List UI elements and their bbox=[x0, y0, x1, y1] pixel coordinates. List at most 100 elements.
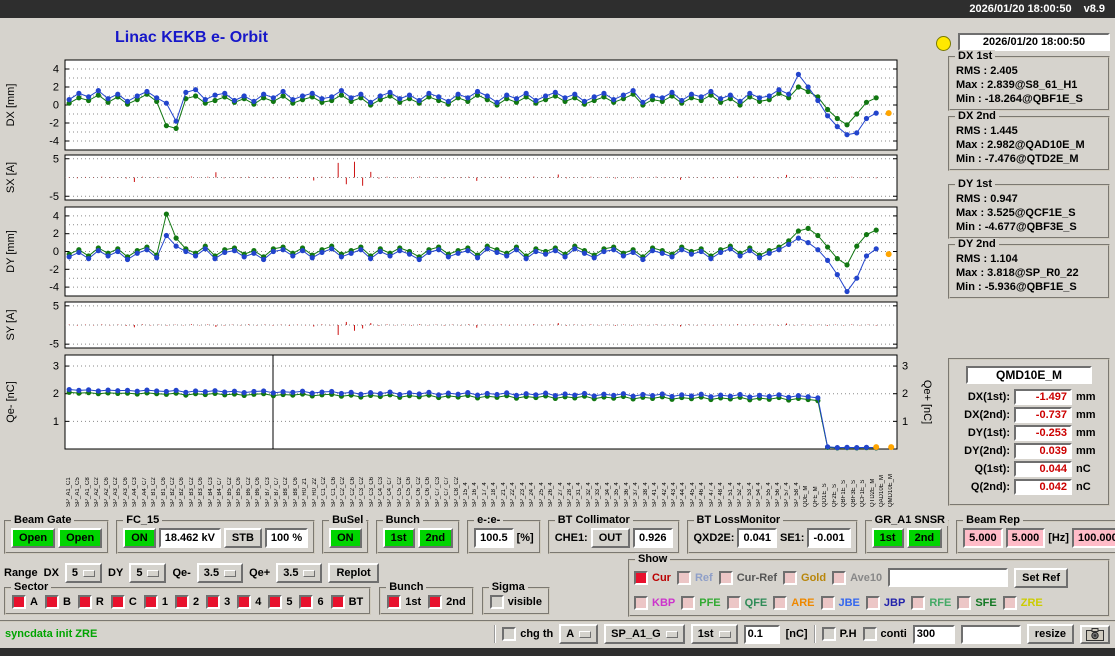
checkbox-label: 4 bbox=[255, 596, 262, 608]
bunch-2nd-button[interactable]: 2nd bbox=[417, 528, 454, 548]
y-tick-label-right: 3 bbox=[902, 361, 908, 373]
sy-corrector-plot[interactable]: 5 -5 SY [A] bbox=[0, 300, 935, 351]
show-jbe-checkbox[interactable]: JBE bbox=[820, 595, 860, 610]
bpm-label: SP_A2_C2 bbox=[94, 477, 101, 507]
beam-gate-open-button-2[interactable]: Open bbox=[58, 528, 103, 548]
interval-input[interactable] bbox=[912, 624, 955, 644]
sector-checkbox-c[interactable]: C bbox=[110, 595, 137, 609]
dy-blue-point bbox=[572, 246, 578, 252]
chg-th-checkbox[interactable]: chg th bbox=[502, 627, 553, 641]
bpm-label: SP_24_4 bbox=[529, 482, 536, 507]
bunch-1st-button[interactable]: 1st bbox=[382, 528, 415, 548]
dx-blue-point bbox=[95, 88, 101, 94]
sector-checkbox-a[interactable]: A bbox=[12, 595, 38, 609]
qe-blue-point bbox=[581, 390, 588, 397]
show-rfe-checkbox[interactable]: RFE bbox=[911, 595, 951, 610]
sx-corrector-plot[interactable]: 5 -5 SX [A] bbox=[0, 153, 935, 203]
gr-a1-2nd-button[interactable]: 2nd bbox=[906, 528, 943, 548]
ph-checkbox[interactable]: P.H bbox=[821, 627, 857, 641]
gr-a1-1st-button[interactable]: 1st bbox=[871, 528, 904, 548]
bunch-checkbox-1st[interactable]: 1st bbox=[387, 595, 421, 609]
busel-on-button[interactable]: ON bbox=[329, 528, 362, 548]
show-are-checkbox[interactable]: ARE bbox=[773, 595, 815, 610]
bunch-select[interactable]: 1st bbox=[690, 624, 738, 644]
sector-checkbox-2[interactable]: 2 bbox=[174, 595, 199, 609]
fc15-stb-button[interactable]: STB bbox=[223, 528, 262, 548]
show-ave10-checkbox[interactable]: Ave10 bbox=[832, 570, 882, 585]
set-ref-button[interactable]: Set Ref bbox=[1014, 567, 1069, 588]
sigma-visible-checkbox[interactable]: visible bbox=[489, 595, 542, 609]
dx-green-point bbox=[854, 111, 860, 117]
checkbox-label: QFE bbox=[744, 596, 768, 609]
dx-blue-point bbox=[154, 95, 160, 101]
group-title: BT LossMonitor bbox=[693, 514, 784, 526]
show-sfe-checkbox[interactable]: SFE bbox=[957, 595, 997, 610]
range-dy-select[interactable]: 5 bbox=[129, 563, 167, 583]
dy-blue-point bbox=[270, 248, 276, 255]
conti-checkbox[interactable]: conti bbox=[862, 627, 907, 641]
che1-out-button[interactable]: OUT bbox=[590, 528, 630, 548]
sector-checkbox-5[interactable]: 5 bbox=[268, 595, 292, 609]
sector-select[interactable]: A bbox=[559, 624, 599, 644]
charge-threshold-input[interactable] bbox=[743, 624, 780, 644]
bpm-label: SP_57_4 bbox=[784, 482, 791, 507]
sector-checkbox-4[interactable]: 4 bbox=[237, 595, 261, 609]
dy-orbit-plot[interactable]: 4 2 0 -2 -4 DY [mm] bbox=[0, 205, 935, 298]
dx-blue-point bbox=[611, 97, 617, 103]
sector-checkbox-b[interactable]: B bbox=[44, 595, 71, 609]
checkbox-indicator-icon bbox=[143, 595, 158, 609]
range-qe-minus-select[interactable]: 3.5 bbox=[196, 563, 244, 583]
fc15-on-button[interactable]: ON bbox=[123, 528, 156, 548]
dx-blue-point bbox=[66, 97, 72, 103]
show-gold-checkbox[interactable]: Gold bbox=[783, 570, 826, 585]
y-axis-title: DY [mm] bbox=[5, 230, 17, 273]
qe-blue-point bbox=[523, 391, 529, 397]
dy-blue-point bbox=[649, 248, 656, 254]
charge-plot[interactable]: 3 2 1 3 2 1 Qe- [nC] Qe+ [nC] bbox=[0, 353, 935, 451]
checkbox-label: 5 bbox=[286, 596, 293, 608]
replot-button[interactable]: Replot bbox=[328, 563, 379, 583]
dy-blue-point bbox=[329, 246, 335, 252]
sector-checkbox-6[interactable]: 6 bbox=[299, 595, 324, 609]
show-kbp-checkbox[interactable]: KBP bbox=[634, 595, 675, 610]
show-zre-checkbox[interactable]: ZRE bbox=[1002, 595, 1043, 610]
show-jbp-checkbox[interactable]: JBP bbox=[865, 595, 905, 610]
show-ref-checkbox[interactable]: Ref bbox=[676, 570, 713, 585]
dx-blue-point bbox=[727, 92, 733, 98]
screenshot-button[interactable] bbox=[1080, 624, 1110, 644]
beam-gate-open-button-1[interactable]: Open bbox=[11, 528, 56, 548]
monitor-row-unit: mm bbox=[1076, 391, 1096, 403]
qe-blue-point bbox=[766, 393, 772, 400]
show-pfe-checkbox[interactable]: PFE bbox=[681, 595, 721, 610]
dx-blue-point bbox=[231, 97, 238, 104]
dy-blue-point bbox=[319, 249, 325, 255]
dx-orbit-plot[interactable]: 4 2 0 -2 -4 DX [mm] bbox=[0, 58, 935, 152]
sector-checkbox-3[interactable]: 3 bbox=[206, 595, 230, 609]
show-qfe-checkbox[interactable]: QFE bbox=[726, 595, 768, 610]
aux-input[interactable] bbox=[960, 624, 1021, 644]
resize-button[interactable]: resize bbox=[1026, 624, 1074, 644]
sector-checkbox-1[interactable]: 1 bbox=[143, 595, 168, 609]
bunch-checkbox-2nd[interactable]: 2nd bbox=[428, 595, 466, 609]
qe-blue-point bbox=[805, 394, 811, 400]
dy-blue-point bbox=[309, 255, 315, 261]
dx-blue-point bbox=[251, 98, 257, 104]
range-dx-select[interactable]: 5 bbox=[64, 563, 103, 583]
ref-name-input[interactable] bbox=[888, 568, 1009, 587]
sector-checkbox-r[interactable]: R bbox=[77, 595, 104, 609]
dy-blue-point bbox=[455, 250, 461, 256]
show-cur-ref-checkbox[interactable]: Cur-Ref bbox=[718, 570, 777, 585]
bpm-label: SP_C5_C6 bbox=[406, 476, 413, 507]
bpm-label: QBF3E_S bbox=[850, 479, 857, 507]
sector-checkbox-bt[interactable]: BT bbox=[330, 595, 363, 609]
show-row-2: KBP PFE QFE ARE JBE JBP RFE SFE ZRE bbox=[634, 590, 1104, 615]
checkbox-indicator-icon bbox=[773, 595, 788, 610]
show-cur-checkbox[interactable]: Cur bbox=[634, 570, 671, 585]
range-qe-plus-select[interactable]: 3.5 bbox=[276, 563, 323, 583]
dropdown-indicator-icon bbox=[718, 630, 731, 638]
bpm-select[interactable]: SP_A1_G bbox=[604, 624, 685, 644]
dy-blue-point bbox=[581, 250, 588, 256]
show-series-toggles: Cur Ref Cur-Ref Gold Ave10 bbox=[634, 570, 882, 585]
fc15-percent-readout: 100 % bbox=[264, 528, 309, 548]
group-title: Sector bbox=[11, 581, 52, 593]
